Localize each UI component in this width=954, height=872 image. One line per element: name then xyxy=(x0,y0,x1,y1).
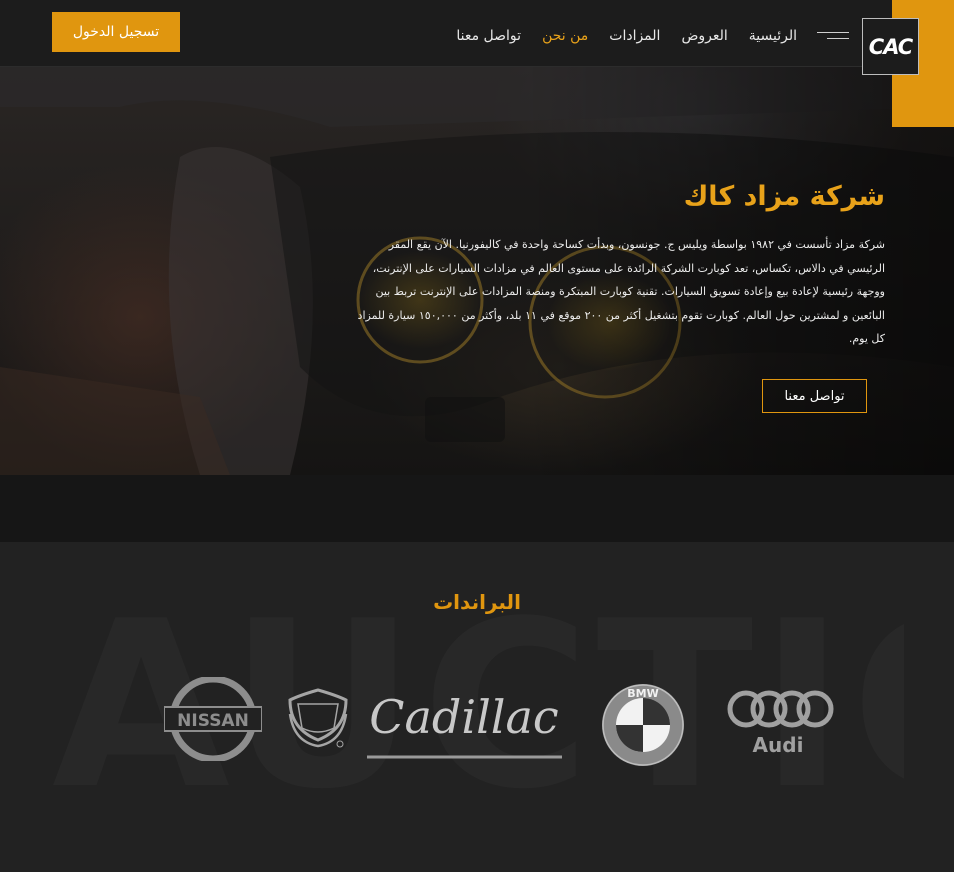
cadillac-logo-text: Cadillac xyxy=(369,690,558,744)
hero-title: شركة مزاد كاك xyxy=(683,181,885,212)
section-divider xyxy=(0,475,954,542)
bmw-logo[interactable]: BMW xyxy=(600,682,686,768)
audi-logo[interactable]: Audi xyxy=(726,687,834,757)
site-logo[interactable]: CAC xyxy=(862,18,919,75)
brands-title: البراندات xyxy=(433,590,521,614)
nissan-logo[interactable]: NISSAN xyxy=(164,677,262,761)
login-button[interactable]: تسجيل الدخول xyxy=(52,12,180,52)
bmw-logo-text: BMW xyxy=(627,687,658,700)
top-header: تسجيل الدخول الرئيسية العروض المزادات من… xyxy=(0,0,954,67)
nissan-logo-text: NISSAN xyxy=(177,711,249,731)
cadillac-wordmark-logo[interactable]: Cadillac xyxy=(366,687,566,759)
audi-logo-text: Audi xyxy=(753,733,804,757)
nav-about[interactable]: من نحن xyxy=(542,28,588,44)
contact-us-button[interactable]: تواصل معنا xyxy=(762,379,867,413)
nav-auctions[interactable]: المزادات xyxy=(609,28,660,44)
hero-description: شركة مزاد تأسست في ١٩٨٢ بواسطة ويليس ج. … xyxy=(357,238,885,345)
brands-section: AUCTION البراندات NISSAN Cadillac BMW Au… xyxy=(0,542,954,872)
hamburger-menu-icon[interactable] xyxy=(817,28,849,42)
main-nav: الرئيسية العروض المزادات من نحن تواصل مع… xyxy=(456,28,797,44)
nav-home[interactable]: الرئيسية xyxy=(749,28,797,44)
hero-section: شركة مزاد كاك شركة مزاد تأسست في ١٩٨٢ بو… xyxy=(0,67,954,475)
nav-offers[interactable]: العروض xyxy=(681,28,727,44)
logo-text: CAC xyxy=(868,34,913,59)
cadillac-crest-logo[interactable] xyxy=(284,684,352,750)
nav-contact[interactable]: تواصل معنا xyxy=(456,28,521,44)
